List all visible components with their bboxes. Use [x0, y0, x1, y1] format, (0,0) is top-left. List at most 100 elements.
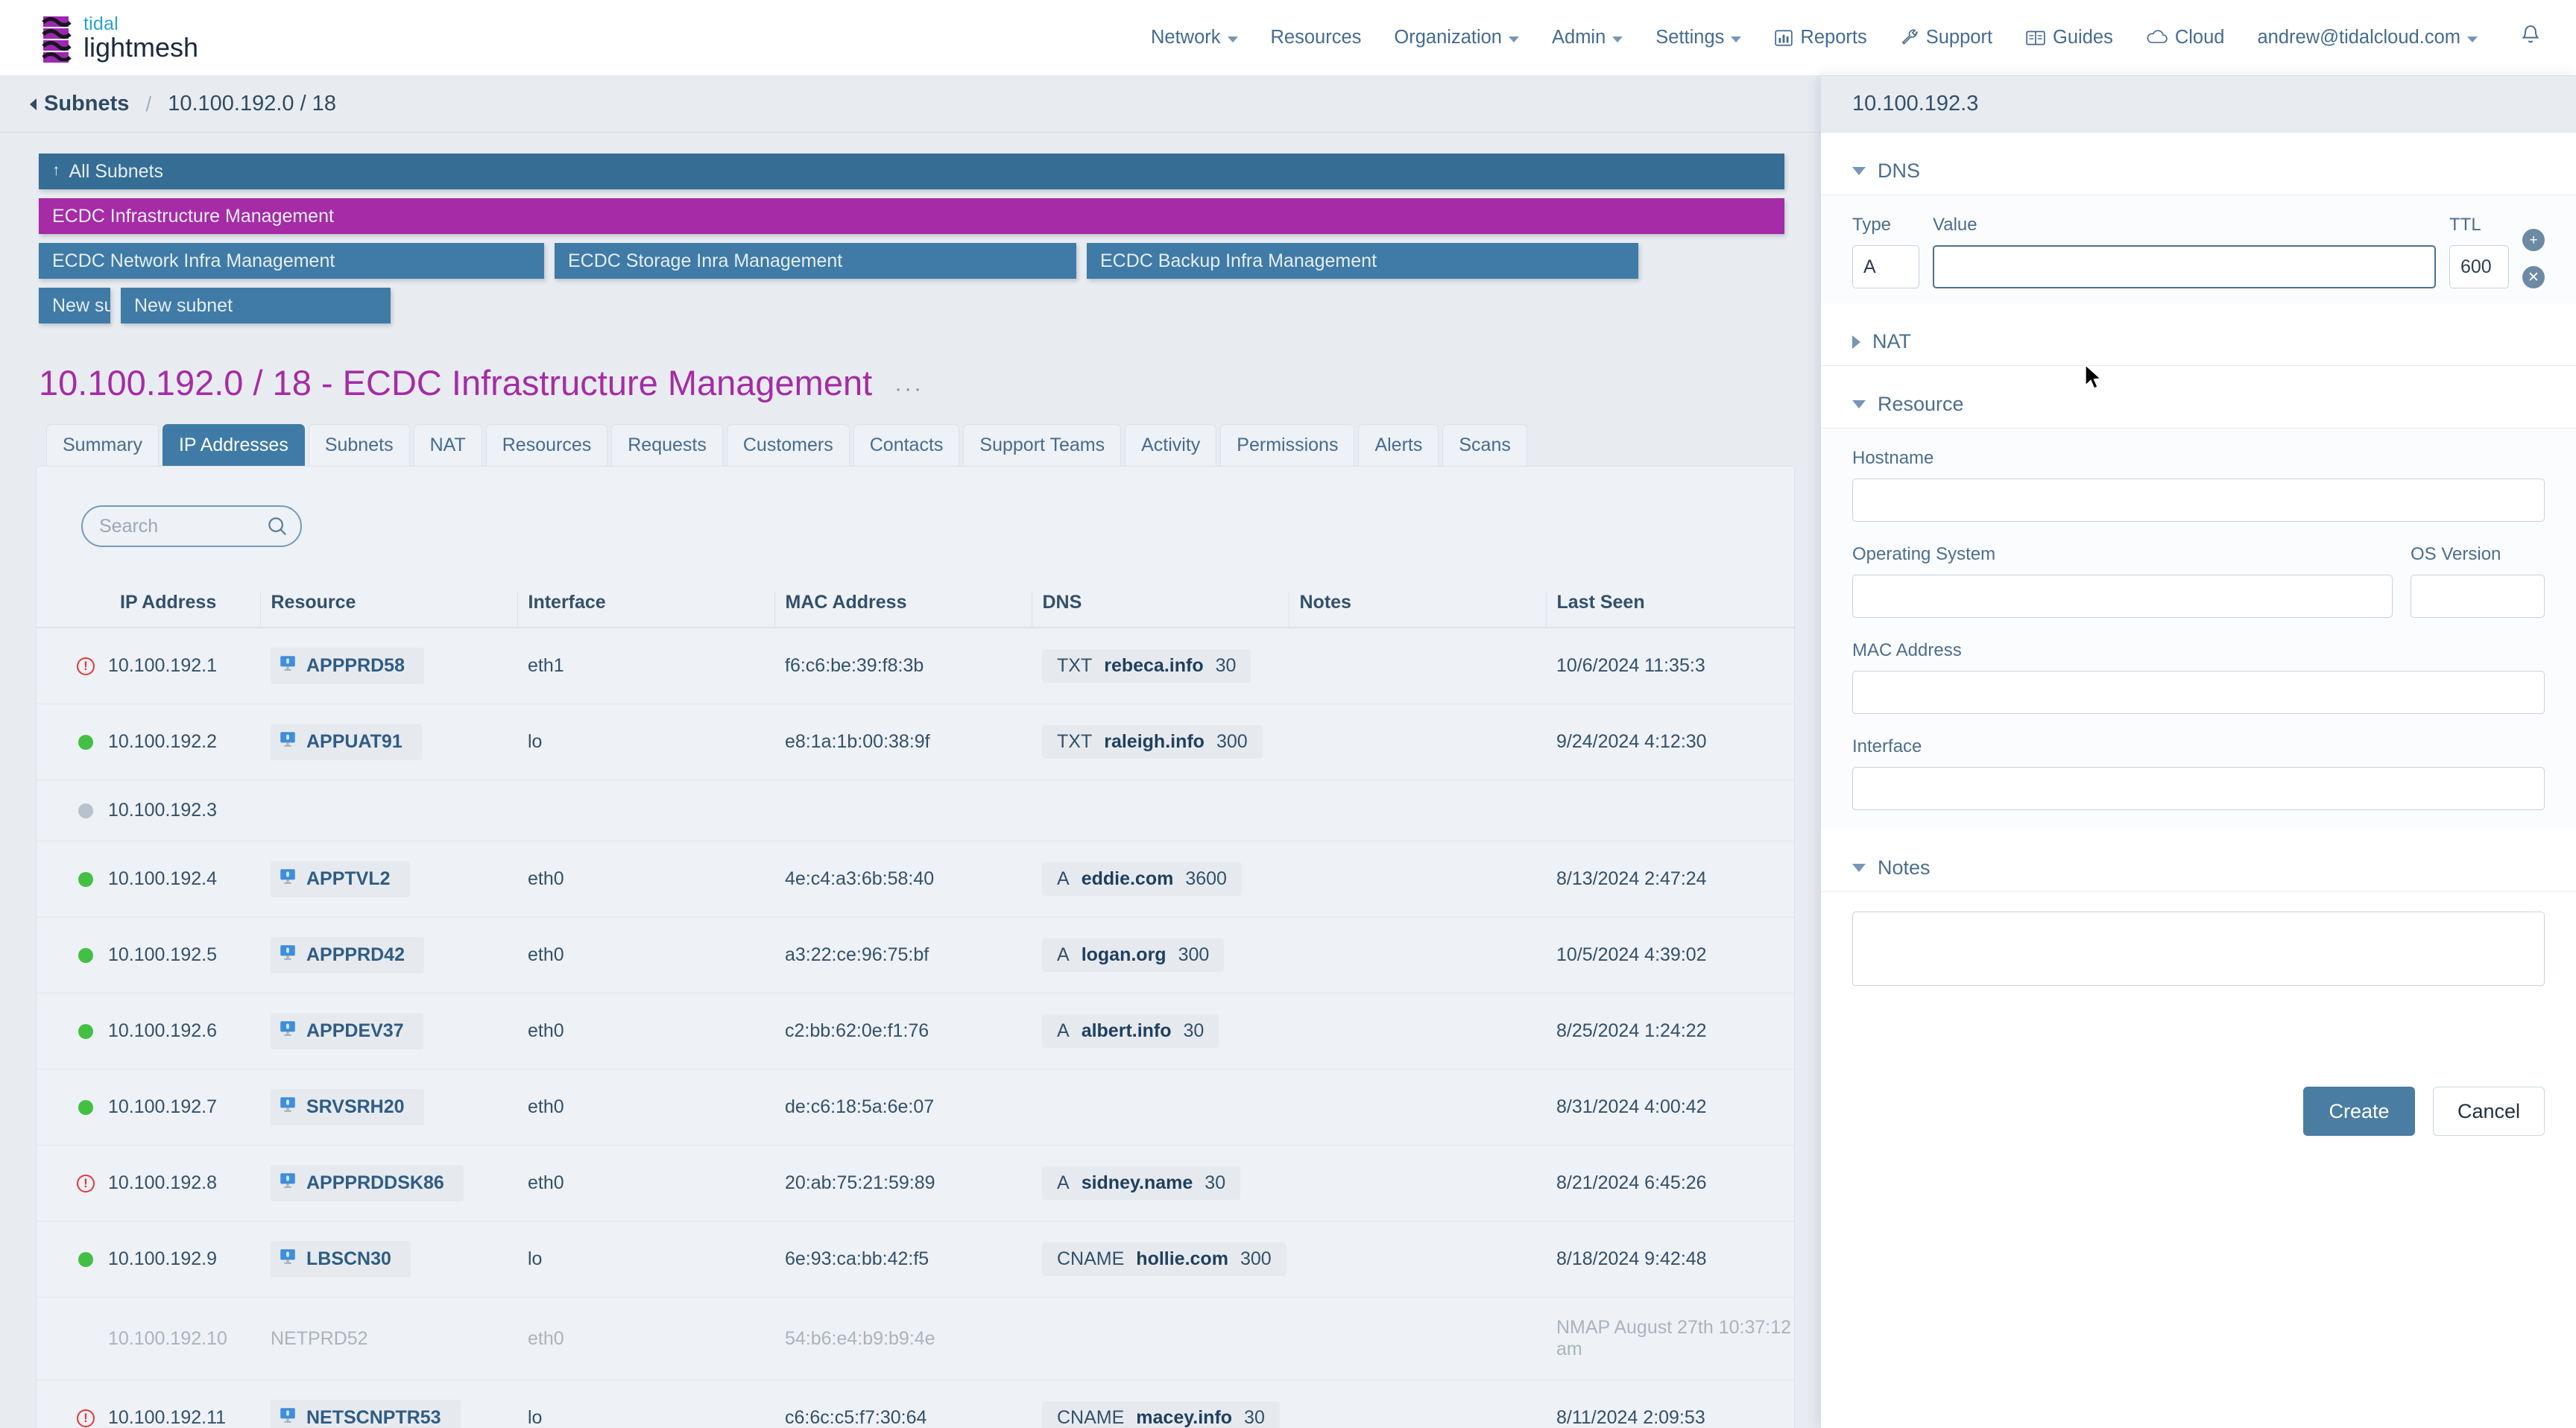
cell-dns[interactable]: Alogan.org300 — [1032, 917, 1289, 993]
table-row[interactable]: 10.100.192.8APPPRDDSK86eth020:ab:75:21:5… — [37, 1146, 1796, 1222]
cell-ip-address[interactable]: 10.100.192.5 — [37, 917, 260, 993]
sidebar-section-notes-header[interactable]: Notes — [1821, 830, 2576, 892]
cell-resource[interactable]: NETSCNPTR53 — [260, 1380, 517, 1428]
hierarchy-child-backup-infra[interactable]: ECDC Backup Infra Management — [1087, 243, 1638, 279]
operating-system-input[interactable] — [1852, 575, 2393, 618]
nav-item-reports[interactable]: Reports — [1758, 27, 1883, 48]
resource-chip[interactable]: APPPRDDSK86 — [271, 1165, 464, 1201]
dns-record-chip[interactable]: Asidney.name30 — [1042, 1166, 1240, 1200]
tab-activity[interactable]: Activity — [1125, 424, 1216, 466]
resource-chip[interactable]: NETSCNPTR53 — [271, 1400, 461, 1428]
dns-record-chip[interactable]: Aeddie.com3600 — [1042, 862, 1242, 896]
os-version-input[interactable] — [2411, 575, 2545, 618]
table-row[interactable]: 10.100.192.5APPPRD42eth0a3:22:ce:96:75:b… — [37, 917, 1796, 993]
notes-textarea[interactable] — [1852, 912, 2545, 986]
resource-chip[interactable]: APPPRD42 — [271, 937, 424, 973]
tab-resources[interactable]: Resources — [486, 424, 608, 466]
cell-ip-address[interactable]: 10.100.192.4 — [37, 841, 260, 917]
dns-record-chip[interactable]: Aalbert.info30 — [1042, 1014, 1219, 1048]
table-row[interactable]: 10.100.192.10NETPRD52eth054:b6:e4:b9:b9:… — [37, 1298, 1796, 1380]
tab-scans[interactable]: Scans — [1442, 424, 1527, 466]
sidebar-section-dns-header[interactable]: DNS — [1821, 133, 2576, 195]
cell-dns[interactable] — [1032, 1298, 1289, 1380]
dns-record-chip[interactable]: TXTrebeca.info30 — [1042, 649, 1251, 683]
resource-chip[interactable]: APPTVL2 — [271, 861, 410, 897]
sidebar-section-resource-header[interactable]: Resource — [1821, 366, 2576, 429]
tab-subnets[interactable]: Subnets — [309, 424, 410, 466]
cell-resource[interactable]: APPPRD42 — [260, 917, 517, 993]
cell-resource[interactable]: APPDEV37 — [260, 993, 517, 1070]
sidebar-section-nat-header[interactable]: NAT — [1821, 303, 2576, 366]
notifications-bell-icon[interactable] — [2519, 24, 2542, 51]
tab-permissions[interactable]: Permissions — [1220, 424, 1354, 466]
resource-chip[interactable]: NETPRD52 — [271, 1322, 388, 1356]
cell-dns[interactable] — [1032, 1070, 1289, 1146]
cell-resource[interactable]: APPPRDDSK86 — [260, 1146, 517, 1222]
cell-dns[interactable]: Aalbert.info30 — [1032, 993, 1289, 1070]
hierarchy-selected-subnet[interactable]: ECDC Infrastructure Management — [39, 198, 1784, 234]
cell-resource[interactable]: APPPRD58 — [260, 628, 517, 704]
account-menu[interactable]: andrew@tidalcloud.com — [2241, 27, 2494, 48]
nav-item-resources[interactable]: Resources — [1254, 27, 1378, 48]
cell-ip-address[interactable]: 10.100.192.9 — [37, 1222, 260, 1298]
dns-record-chip[interactable]: TXTraleigh.info300 — [1042, 725, 1263, 759]
tab-nat[interactable]: NAT — [414, 424, 482, 466]
table-row[interactable]: 10.100.192.4APPTVL2eth04e:c4:a3:6b:58:40… — [37, 841, 1796, 917]
resource-chip[interactable]: APPDEV37 — [271, 1013, 423, 1049]
nav-item-guides[interactable]: Guides — [2009, 27, 2130, 48]
column-header-last-seen[interactable]: Last Seen — [1546, 592, 1796, 628]
cell-dns[interactable]: Aeddie.com3600 — [1032, 841, 1289, 917]
new-subnet-button-2[interactable]: New subnet — [121, 288, 391, 323]
dns-type-input[interactable] — [1852, 245, 1919, 288]
cell-resource[interactable]: APPTVL2 — [260, 841, 517, 917]
hierarchy-child-network-infra[interactable]: ECDC Network Infra Management — [39, 243, 544, 279]
column-header-resource[interactable]: Resource — [260, 592, 517, 628]
resource-chip[interactable]: APPUAT91 — [271, 724, 422, 760]
cell-ip-address[interactable]: 10.100.192.6 — [37, 993, 260, 1070]
tab-customers[interactable]: Customers — [727, 424, 850, 466]
table-row[interactable]: 10.100.192.9LBSCN30lo6e:93:ca:bb:42:f5CN… — [37, 1222, 1796, 1298]
cell-resource[interactable] — [260, 780, 517, 841]
add-dns-record-icon[interactable]: + — [2522, 229, 2545, 251]
resource-chip[interactable]: APPPRD58 — [271, 648, 424, 684]
nav-item-cloud[interactable]: Cloud — [2130, 27, 2241, 48]
table-row[interactable]: 10.100.192.11NETSCNPTR53loc6:6c:c5:f7:30… — [37, 1380, 1796, 1428]
cell-dns[interactable] — [1032, 780, 1289, 841]
cell-resource[interactable]: SRVSRH20 — [260, 1070, 517, 1146]
new-subnet-button-1[interactable]: New subnet — [39, 288, 110, 323]
hostname-input[interactable] — [1852, 478, 2545, 522]
table-row[interactable]: 10.100.192.2APPUAT91loe8:1a:1b:00:38:9fT… — [37, 704, 1796, 780]
create-button[interactable]: Create — [2303, 1087, 2415, 1136]
cell-resource[interactable]: NETPRD52 — [260, 1298, 517, 1380]
cell-ip-address[interactable]: 10.100.192.3 — [37, 780, 260, 841]
cell-dns[interactable]: CNAMEmacey.info30 — [1032, 1380, 1289, 1428]
cell-ip-address[interactable]: 10.100.192.11 — [37, 1380, 260, 1428]
cell-ip-address[interactable]: 10.100.192.7 — [37, 1070, 260, 1146]
column-header-notes[interactable]: Notes — [1289, 592, 1546, 628]
cell-dns[interactable]: CNAMEhollie.com300 — [1032, 1222, 1289, 1298]
dns-value-input[interactable] — [1933, 245, 2436, 288]
dns-ttl-input[interactable] — [2449, 245, 2509, 288]
interface-input[interactable] — [1852, 767, 2545, 810]
cell-ip-address[interactable]: 10.100.192.1 — [37, 628, 260, 704]
nav-item-support[interactable]: Support — [1884, 27, 2009, 48]
tab-support-teams[interactable]: Support Teams — [963, 424, 1121, 466]
column-header-interface[interactable]: Interface — [517, 592, 774, 628]
nav-item-settings[interactable]: Settings — [1639, 27, 1758, 48]
dns-record-chip[interactable]: CNAMEhollie.com300 — [1042, 1242, 1287, 1276]
nav-item-organization[interactable]: Organization — [1377, 27, 1535, 48]
cancel-button[interactable]: Cancel — [2433, 1087, 2545, 1136]
remove-dns-record-icon[interactable]: ✕ — [2522, 266, 2545, 288]
hierarchy-all-subnets[interactable]: ↑ All Subnets — [39, 154, 1784, 189]
brand-logo[interactable]: tidal lightmesh — [39, 15, 198, 61]
cell-ip-address[interactable]: 10.100.192.2 — [37, 704, 260, 780]
tab-requests[interactable]: Requests — [611, 424, 723, 466]
dns-record-chip[interactable]: Alogan.org300 — [1042, 938, 1224, 972]
table-row[interactable]: 10.100.192.3 — [37, 780, 1796, 841]
table-row[interactable]: 10.100.192.6APPDEV37eth0c2:bb:62:0e:f1:7… — [37, 993, 1796, 1070]
column-header-mac-address[interactable]: MAC Address — [774, 592, 1032, 628]
table-row[interactable]: 10.100.192.7SRVSRH20eth0de:c6:18:5a:6e:0… — [37, 1070, 1796, 1146]
cell-dns[interactable]: Asidney.name30 — [1032, 1146, 1289, 1222]
cell-dns[interactable]: TXTrebeca.info30 — [1032, 628, 1289, 704]
search-input[interactable] — [81, 505, 302, 547]
